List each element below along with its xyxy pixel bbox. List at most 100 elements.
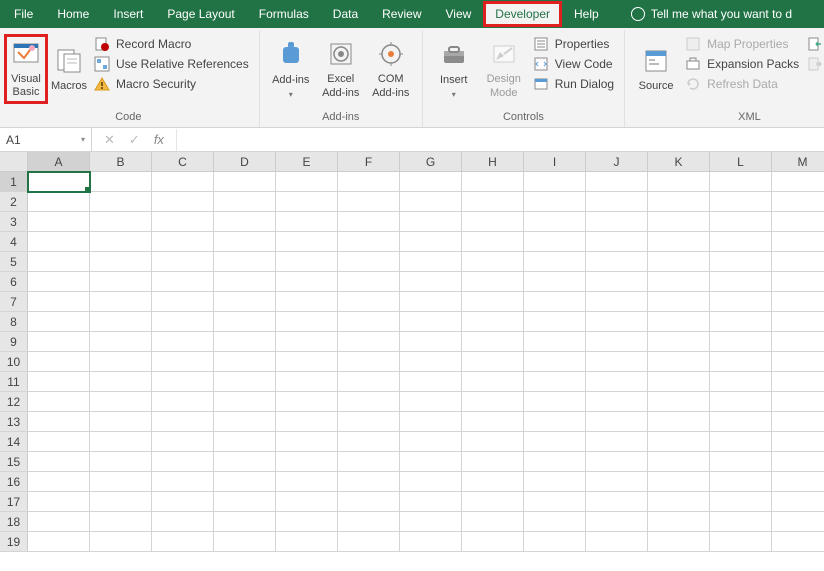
cell[interactable] (524, 232, 586, 252)
cell[interactable] (338, 352, 400, 372)
cell[interactable] (90, 472, 152, 492)
cell[interactable] (28, 192, 90, 212)
cell[interactable] (90, 532, 152, 552)
cell[interactable] (710, 532, 772, 552)
cell[interactable] (90, 492, 152, 512)
cell[interactable] (214, 352, 276, 372)
cell[interactable] (28, 352, 90, 372)
cell[interactable] (276, 212, 338, 232)
cell[interactable] (524, 452, 586, 472)
cell[interactable] (586, 332, 648, 352)
row-header[interactable]: 10 (0, 352, 28, 372)
cell[interactable] (28, 332, 90, 352)
cell[interactable] (338, 272, 400, 292)
cell[interactable] (152, 492, 214, 512)
cell[interactable] (586, 492, 648, 512)
cell[interactable] (524, 512, 586, 532)
select-all-corner[interactable] (0, 152, 28, 172)
cell[interactable] (400, 172, 462, 192)
cell[interactable] (28, 392, 90, 412)
run-dialog-button[interactable]: Run Dialog (533, 76, 614, 92)
cell[interactable] (648, 252, 710, 272)
cell[interactable] (400, 312, 462, 332)
cell[interactable] (152, 312, 214, 332)
cell[interactable] (90, 312, 152, 332)
cell[interactable] (28, 412, 90, 432)
cell[interactable] (772, 332, 824, 352)
cell[interactable] (90, 352, 152, 372)
cell[interactable] (462, 492, 524, 512)
cell[interactable] (90, 212, 152, 232)
cell[interactable] (710, 332, 772, 352)
cell[interactable] (152, 412, 214, 432)
cell[interactable] (710, 352, 772, 372)
cell[interactable] (90, 372, 152, 392)
tab-file[interactable]: File (2, 1, 45, 27)
cell[interactable] (586, 292, 648, 312)
cell[interactable] (772, 432, 824, 452)
cell[interactable] (400, 532, 462, 552)
cell[interactable] (710, 252, 772, 272)
column-header[interactable]: J (586, 152, 648, 172)
row-header[interactable]: 13 (0, 412, 28, 432)
cell[interactable] (586, 432, 648, 452)
cell[interactable] (338, 492, 400, 512)
design-mode-button[interactable]: Design Mode (479, 34, 529, 104)
row-header[interactable]: 14 (0, 432, 28, 452)
cell[interactable] (214, 292, 276, 312)
cell[interactable] (90, 512, 152, 532)
cell[interactable] (710, 232, 772, 252)
cell[interactable] (28, 432, 90, 452)
row-header[interactable]: 3 (0, 212, 28, 232)
cell[interactable] (90, 392, 152, 412)
cell[interactable] (214, 392, 276, 412)
cell[interactable] (214, 232, 276, 252)
cell[interactable] (152, 232, 214, 252)
cell[interactable] (214, 332, 276, 352)
cell[interactable] (214, 532, 276, 552)
cell[interactable] (648, 312, 710, 332)
cell[interactable] (276, 312, 338, 332)
cell[interactable] (710, 172, 772, 192)
view-code-button[interactable]: View Code (533, 56, 614, 72)
cell[interactable] (214, 472, 276, 492)
cell[interactable] (524, 472, 586, 492)
cell[interactable] (710, 192, 772, 212)
cell[interactable] (276, 332, 338, 352)
cell[interactable] (400, 232, 462, 252)
row-header[interactable]: 2 (0, 192, 28, 212)
cell[interactable] (90, 292, 152, 312)
cell[interactable] (152, 532, 214, 552)
column-header[interactable]: F (338, 152, 400, 172)
macros-button[interactable]: Macros (48, 34, 90, 104)
cell[interactable] (524, 352, 586, 372)
tab-review[interactable]: Review (370, 1, 433, 27)
cell[interactable] (772, 512, 824, 532)
cell[interactable] (276, 292, 338, 312)
cell[interactable] (276, 352, 338, 372)
cell[interactable] (152, 292, 214, 312)
row-header[interactable]: 8 (0, 312, 28, 332)
cell[interactable] (586, 312, 648, 332)
cell[interactable] (400, 192, 462, 212)
cell[interactable] (710, 452, 772, 472)
tell-me-search[interactable]: Tell me what you want to d (619, 1, 804, 27)
cell[interactable] (276, 372, 338, 392)
tab-insert[interactable]: Insert (101, 1, 155, 27)
cell[interactable] (462, 232, 524, 252)
tab-data[interactable]: Data (321, 1, 370, 27)
cell[interactable] (524, 432, 586, 452)
cell[interactable] (400, 292, 462, 312)
cell[interactable] (586, 412, 648, 432)
cell[interactable] (152, 332, 214, 352)
cell[interactable] (338, 252, 400, 272)
cell[interactable] (276, 232, 338, 252)
cell[interactable] (276, 252, 338, 272)
cell[interactable] (400, 512, 462, 532)
cell[interactable] (276, 452, 338, 472)
cell[interactable] (400, 252, 462, 272)
cell[interactable] (152, 512, 214, 532)
cell[interactable] (214, 212, 276, 232)
properties-button[interactable]: Properties (533, 36, 614, 52)
cell[interactable] (772, 392, 824, 412)
